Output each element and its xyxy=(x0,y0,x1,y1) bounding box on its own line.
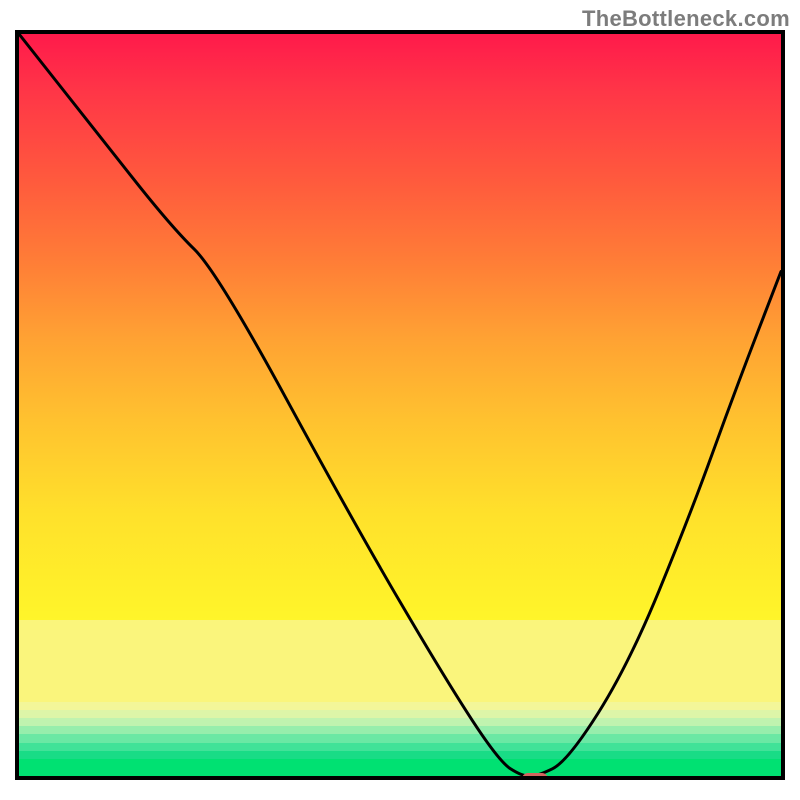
watermark-label: TheBottleneck.com xyxy=(582,6,790,32)
plot-area xyxy=(15,30,785,780)
bottleneck-chart: TheBottleneck.com xyxy=(0,0,800,800)
curve-path xyxy=(19,34,781,776)
optimal-point-marker xyxy=(522,773,548,780)
curve-line xyxy=(19,34,781,776)
